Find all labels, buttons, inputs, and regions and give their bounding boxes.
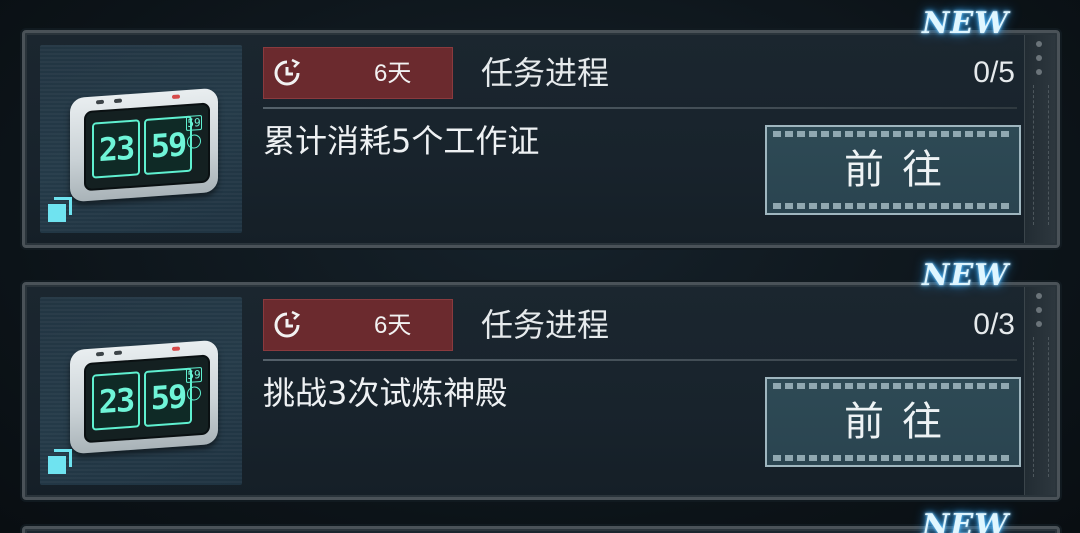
go-button-label: 前往 bbox=[844, 399, 960, 445]
dial-icon bbox=[187, 134, 201, 149]
task-title: 任务进程 bbox=[481, 306, 610, 344]
dial-icon bbox=[187, 386, 201, 401]
item-thumbnail[interactable]: 23 59 59 bbox=[40, 297, 242, 485]
task-title: 任务进程 bbox=[481, 54, 610, 92]
clock-seconds: 59 bbox=[186, 366, 202, 384]
new-badge: NEW bbox=[922, 508, 1009, 533]
new-badge: NEW bbox=[922, 6, 1009, 41]
card-spine bbox=[1024, 35, 1055, 243]
clock-icon bbox=[274, 58, 301, 86]
clock-hours: 23 bbox=[92, 119, 140, 179]
task-list: 23 59 59 6天 任务进程 0/5 累计消耗5个工作证 前往 23 59 … bbox=[0, 0, 1080, 533]
task-progress: 0/3 bbox=[973, 308, 1015, 341]
task-description: 挑战3次试炼神殿 bbox=[263, 374, 508, 412]
clock-seconds: 59 bbox=[186, 114, 202, 132]
task-card bbox=[22, 526, 1060, 533]
new-badge: NEW bbox=[922, 258, 1009, 293]
task-progress: 0/5 bbox=[973, 56, 1015, 89]
stack-icon bbox=[48, 449, 74, 475]
clock-minutes: 59 bbox=[144, 367, 192, 427]
time-remaining: 6天 bbox=[374, 312, 412, 339]
go-button[interactable]: 前往 bbox=[765, 125, 1021, 215]
divider bbox=[263, 107, 1017, 109]
clock-hours: 23 bbox=[92, 371, 140, 431]
time-remaining-badge: 6天 bbox=[263, 299, 453, 351]
divider bbox=[263, 359, 1017, 361]
alarm-clock-icon: 23 59 59 bbox=[70, 339, 218, 455]
stack-icon bbox=[48, 197, 74, 223]
go-button[interactable]: 前往 bbox=[765, 377, 1021, 467]
time-remaining-badge: 6天 bbox=[263, 47, 453, 99]
item-thumbnail[interactable]: 23 59 59 bbox=[40, 45, 242, 233]
alarm-clock-icon: 23 59 59 bbox=[70, 87, 218, 203]
task-card: 23 59 59 6天 任务进程 0/3 挑战3次试炼神殿 前往 bbox=[22, 282, 1060, 500]
clock-icon bbox=[274, 310, 301, 338]
clock-minutes: 59 bbox=[144, 115, 192, 175]
card-spine bbox=[1024, 287, 1055, 495]
task-description: 累计消耗5个工作证 bbox=[263, 122, 540, 160]
task-card: 23 59 59 6天 任务进程 0/5 累计消耗5个工作证 前往 bbox=[22, 30, 1060, 248]
go-button-label: 前往 bbox=[844, 147, 960, 193]
time-remaining: 6天 bbox=[374, 60, 412, 87]
